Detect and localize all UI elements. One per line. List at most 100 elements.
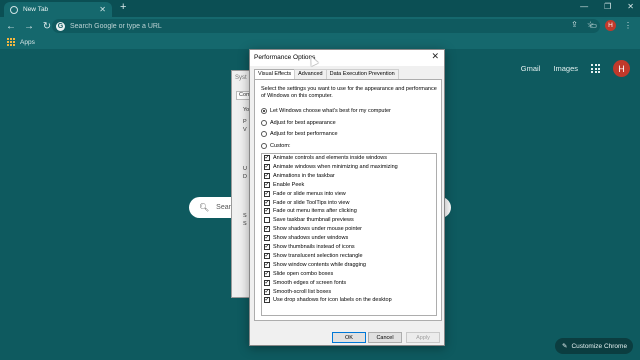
checked-checkbox[interactable]: ✓ <box>264 181 270 188</box>
omnibox-input[interactable] <box>70 22 470 30</box>
visual-effect-option[interactable]: ✓ Smooth-scroll list boxes <box>264 288 332 295</box>
radio-custom[interactable]: Custom: <box>261 143 290 149</box>
visual-effect-option[interactable]: ✓ Animations in the taskbar <box>264 172 335 179</box>
images-link[interactable]: Images <box>553 64 578 73</box>
mouse-cursor-icon <box>307 54 319 67</box>
visual-effect-option[interactable]: ✓ Enable Peek <box>264 181 304 188</box>
checked-checkbox[interactable]: ✓ <box>264 208 270 215</box>
option-label: Smooth-scroll list boxes <box>273 288 332 295</box>
omnibox[interactable]: G ⇪ ☆ <box>52 19 600 33</box>
browser-toolbar: ← → ↻ G ⇪ ☆ ▭ H ⋮ <box>0 17 640 35</box>
performance-options-dialog: Performance Options ✕ Visual Effects Adv… <box>249 49 445 346</box>
radio-best-performance[interactable]: Adjust for best performance <box>261 131 338 137</box>
ntp-profile-avatar[interactable]: H <box>613 60 630 77</box>
visual-effect-option[interactable]: ✓ Show translucent selection rectangle <box>264 252 363 259</box>
visual-effect-option[interactable]: ✓ Show shadows under windows <box>264 235 349 242</box>
share-icon[interactable]: ⇪ <box>571 20 578 29</box>
checked-checkbox[interactable]: ✓ <box>264 190 270 197</box>
visual-effect-option[interactable]: ✓ Show window contents while dragging <box>264 261 366 268</box>
sp-text: U <box>243 166 247 172</box>
dialog-tabs: Visual Effects Advanced Data Execution P… <box>254 69 399 80</box>
radio-label: Let Windows choose what's best for my co… <box>270 108 391 114</box>
minimize-icon[interactable]: — <box>580 2 588 11</box>
radio-best-appearance[interactable]: Adjust for best appearance <box>261 120 336 126</box>
radio-label: Custom: <box>270 143 291 149</box>
visual-effect-option[interactable]: ✓ Fade or slide ToolTips into view <box>264 199 349 206</box>
visual-effect-option[interactable]: ✓ Slide open combo boxes <box>264 270 334 277</box>
radio-let-windows-choose[interactable]: Let Windows choose what's best for my co… <box>261 108 391 114</box>
visual-effect-option[interactable]: ✓ Show shadows under mouse pointer <box>264 226 362 233</box>
menu-icon[interactable]: ⋮ <box>624 21 632 30</box>
visual-effect-option[interactable]: ✓ Fade or slide menus into view <box>264 190 346 197</box>
gmail-link[interactable]: Gmail <box>521 64 541 73</box>
radio-button[interactable] <box>261 143 267 149</box>
sidebar-icon[interactable]: ▭ <box>589 21 597 30</box>
radio-button[interactable] <box>261 108 267 114</box>
new-tab-button[interactable]: + <box>120 1 126 13</box>
google-icon: G <box>56 21 65 31</box>
option-label: Show thumbnails instead of icons <box>273 244 355 250</box>
visual-effect-option[interactable]: ✓ Use drop shadows for icon labels on the… <box>264 297 392 304</box>
radio-button[interactable] <box>261 131 267 137</box>
checked-checkbox[interactable]: ✓ <box>264 288 270 295</box>
visual-effect-option[interactable]: ✓ Smooth edges of screen fonts <box>264 279 346 286</box>
checked-checkbox[interactable]: ✓ <box>264 244 270 250</box>
checked-checkbox[interactable]: ✓ <box>264 252 270 259</box>
google-apps-icon[interactable] <box>591 64 600 73</box>
checked-checkbox[interactable]: ✓ <box>264 155 270 161</box>
tab-data-execution-prevention[interactable]: Data Execution Prevention <box>325 69 399 79</box>
search-icon: 🔍︎ <box>199 203 210 212</box>
ok-button[interactable]: OK <box>332 332 366 343</box>
radio-button[interactable] <box>261 120 267 126</box>
restore-icon[interactable]: ❐ <box>604 2 611 11</box>
option-label: Use drop shadows for icon labels on the … <box>273 297 392 304</box>
dialog-close-button[interactable]: ✕ <box>431 52 439 61</box>
visual-effect-option[interactable]: ✓ Animate controls and elements inside wi… <box>264 155 387 161</box>
checked-checkbox[interactable]: ✓ <box>264 199 270 206</box>
checked-checkbox[interactable]: ✓ <box>264 235 270 242</box>
checked-checkbox[interactable]: ✓ <box>264 172 270 179</box>
close-window-icon[interactable]: ✕ <box>627 2 634 11</box>
profile-avatar[interactable]: H <box>605 20 616 31</box>
dialog-titlebar[interactable]: Performance Options ✕ <box>250 50 444 67</box>
visual-effect-option[interactable]: Save taskbar thumbnail previews <box>264 217 354 224</box>
tab-new-tab[interactable]: New Tab ✕ <box>4 2 112 17</box>
cancel-button[interactable]: Cancel <box>368 332 402 343</box>
sp-text: P <box>243 119 247 125</box>
checked-checkbox[interactable]: ✓ <box>264 279 270 286</box>
customize-chrome-label: Customize Chrome <box>571 342 628 350</box>
bookmarks-bar: Apps <box>0 35 640 49</box>
option-label: Animations in the taskbar <box>273 172 335 179</box>
checked-checkbox[interactable]: ✓ <box>264 261 270 268</box>
visual-effect-option[interactable]: ✓ Show thumbnails instead of icons <box>264 244 355 250</box>
option-label: Slide open combo boxes <box>273 270 334 277</box>
tab-title: New Tab <box>23 6 49 13</box>
tab-advanced[interactable]: Advanced <box>294 69 327 79</box>
tab-close-icon[interactable]: ✕ <box>99 5 106 14</box>
visual-effects-panel: Select the settings you want to use for … <box>254 79 442 321</box>
sp-text: S <box>243 221 247 227</box>
checked-checkbox[interactable]: ✓ <box>264 163 270 170</box>
radio-label: Adjust for best appearance <box>270 120 336 126</box>
checked-checkbox[interactable]: ✓ <box>264 297 270 304</box>
chrome-favicon-icon <box>10 5 18 14</box>
apps-bookmark[interactable]: Apps <box>20 39 35 46</box>
forward-icon[interactable]: → <box>22 21 36 32</box>
visual-effect-option[interactable]: ✓ Animate windows when minimizing and max… <box>264 163 398 170</box>
window-controls: — ❐ ✕ <box>580 2 634 11</box>
unchecked-checkbox[interactable] <box>264 217 270 224</box>
apply-button[interactable]: Apply <box>406 332 440 343</box>
tab-strip: New Tab ✕ + — ❐ ✕ <box>0 0 640 17</box>
option-label: Save taskbar thumbnail previews <box>273 217 354 224</box>
back-icon[interactable]: ← <box>4 21 18 32</box>
option-label: Show window contents while dragging <box>273 261 366 268</box>
checked-checkbox[interactable]: ✓ <box>264 270 270 277</box>
panel-description: Select the settings you want to use for … <box>261 86 437 100</box>
customize-chrome-button[interactable]: ✎ Customize Chrome <box>555 338 633 354</box>
ntp-top-links: Gmail Images H <box>521 60 630 77</box>
option-label: Show shadows under windows <box>273 235 349 242</box>
visual-effect-option[interactable]: ✓ Fade out menu items after clicking <box>264 208 357 215</box>
checked-checkbox[interactable]: ✓ <box>264 226 270 233</box>
visual-effects-list[interactable]: ✓ Animate controls and elements inside wi… <box>261 153 437 316</box>
option-label: Show translucent selection rectangle <box>273 252 363 259</box>
